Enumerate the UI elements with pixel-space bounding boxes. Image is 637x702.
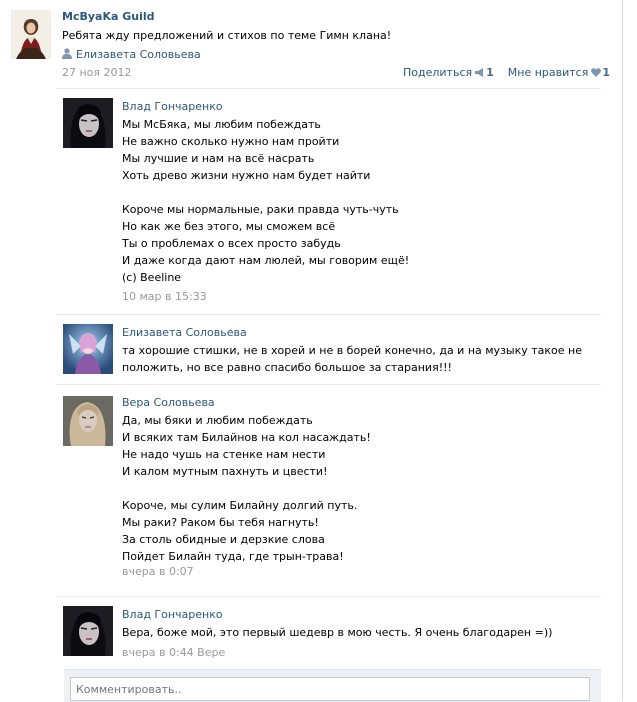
page-right-border: [622, 0, 623, 701]
avatar[interactable]: [63, 396, 113, 446]
heart-icon: [591, 68, 602, 77]
comment-line: [122, 480, 598, 497]
comment-time[interactable]: вчера в 0:44 Вере: [122, 646, 225, 659]
comment-line: Да, мы бяки и любим побеждать: [122, 414, 313, 427]
comment-line: (c) Beeline: [122, 271, 182, 284]
post-actions: Поделиться 1 Мне нравится 1: [403, 66, 610, 79]
comment-author-link[interactable]: Вера Соловьева: [122, 396, 215, 409]
comment-line: Не надо чушь на стенке нам нести: [122, 448, 326, 461]
comment-form: [64, 669, 601, 702]
group-name-link[interactable]: McByaKa Guild: [62, 10, 155, 23]
share-label: Поделиться: [403, 66, 473, 79]
comment-line: И калом мутным пахнуть и цвести!: [122, 465, 328, 478]
like-count: 1: [602, 66, 611, 79]
comment-author-link[interactable]: Влад Гончаренко: [122, 100, 223, 113]
comment-input[interactable]: [70, 677, 590, 701]
comment-item: Вера Соловьева Да, мы бяки и любим побеж…: [56, 384, 601, 597]
comment-body: Мы McБяка, мы любим побеждать Не важно с…: [122, 116, 598, 286]
comment-text: та хорошие стишки, не в хорей и не в бор…: [122, 344, 582, 374]
comment-line: Ты о проблемах о всех просто забудь: [122, 237, 341, 250]
comment-line: Хоть древо жизни нужно нам будет найти: [122, 169, 371, 182]
comment-line: Короче, мы сулим Билайну долгий путь.: [122, 499, 358, 512]
avatar[interactable]: [63, 324, 113, 374]
comment-line: Короче мы нормальные, раки правда чуть-ч…: [122, 203, 399, 216]
comment-line: Пойдет Билайн туда, где трын-трава!: [122, 550, 344, 563]
comment-line: Мы раки? Раком бы тебя нагнуть!: [122, 516, 319, 529]
comment-text: Вера, боже мой, это первый шедевр в мою …: [122, 626, 553, 639]
comment-author-link[interactable]: Елизавета Соловьева: [122, 326, 247, 339]
post-date[interactable]: 27 ноя 2012: [62, 66, 132, 79]
user-icon: [62, 48, 72, 59]
share-count: 1: [486, 66, 494, 79]
comment-item: Влад Гончаренко Мы McБяка, мы любим побе…: [56, 88, 601, 315]
comment-line: Но как же без этого, мы сможем всё: [122, 220, 336, 233]
avatar[interactable]: [63, 98, 113, 148]
group-avatar[interactable]: [11, 10, 51, 59]
comment-line: Мы лучшие и нам на всё насрать: [122, 152, 315, 165]
comment-line: И даже когда дают нам люлей, мы говорим …: [122, 254, 410, 267]
post-text: Ребята жду предложений и стихов по теме …: [62, 29, 392, 42]
comment-item: Влад Гончаренко Вера, боже мой, это перв…: [56, 596, 601, 667]
comment-time[interactable]: 10 мар в 15:33: [122, 290, 207, 303]
post-author[interactable]: Елизавета Соловьева: [62, 48, 201, 61]
comment-author-link[interactable]: Влад Гончаренко: [122, 608, 223, 621]
avatar[interactable]: [63, 606, 113, 656]
post-author-name: Елизавета Соловьева: [76, 48, 201, 61]
comment-line: Не важно сколько нужно нам пройти: [122, 135, 340, 148]
like-label: Мне нравится: [507, 66, 589, 79]
comment-body: Да, мы бяки и любим побеждать И всяких т…: [122, 412, 598, 565]
comment-time[interactable]: вчера в 0:07: [122, 565, 194, 578]
comment-body: та хорошие стишки, не в хорей и не в бор…: [122, 342, 600, 376]
comment-line: [122, 184, 598, 201]
share-button[interactable]: Поделиться 1: [403, 66, 494, 79]
comment-item: Елизавета Соловьева та хорошие стишки, н…: [56, 314, 601, 385]
comment-line: Мы McБяка, мы любим побеждать: [122, 118, 321, 131]
comment-line: И всяких там Билайнов на кол насаждать!: [122, 431, 371, 444]
megaphone-icon: [475, 68, 484, 77]
comment-body: Вера, боже мой, это первый шедевр в мою …: [122, 624, 598, 641]
comment-line: За столь обидные и дерзкие слова: [122, 533, 325, 546]
like-button[interactable]: Мне нравится 1: [508, 66, 610, 79]
